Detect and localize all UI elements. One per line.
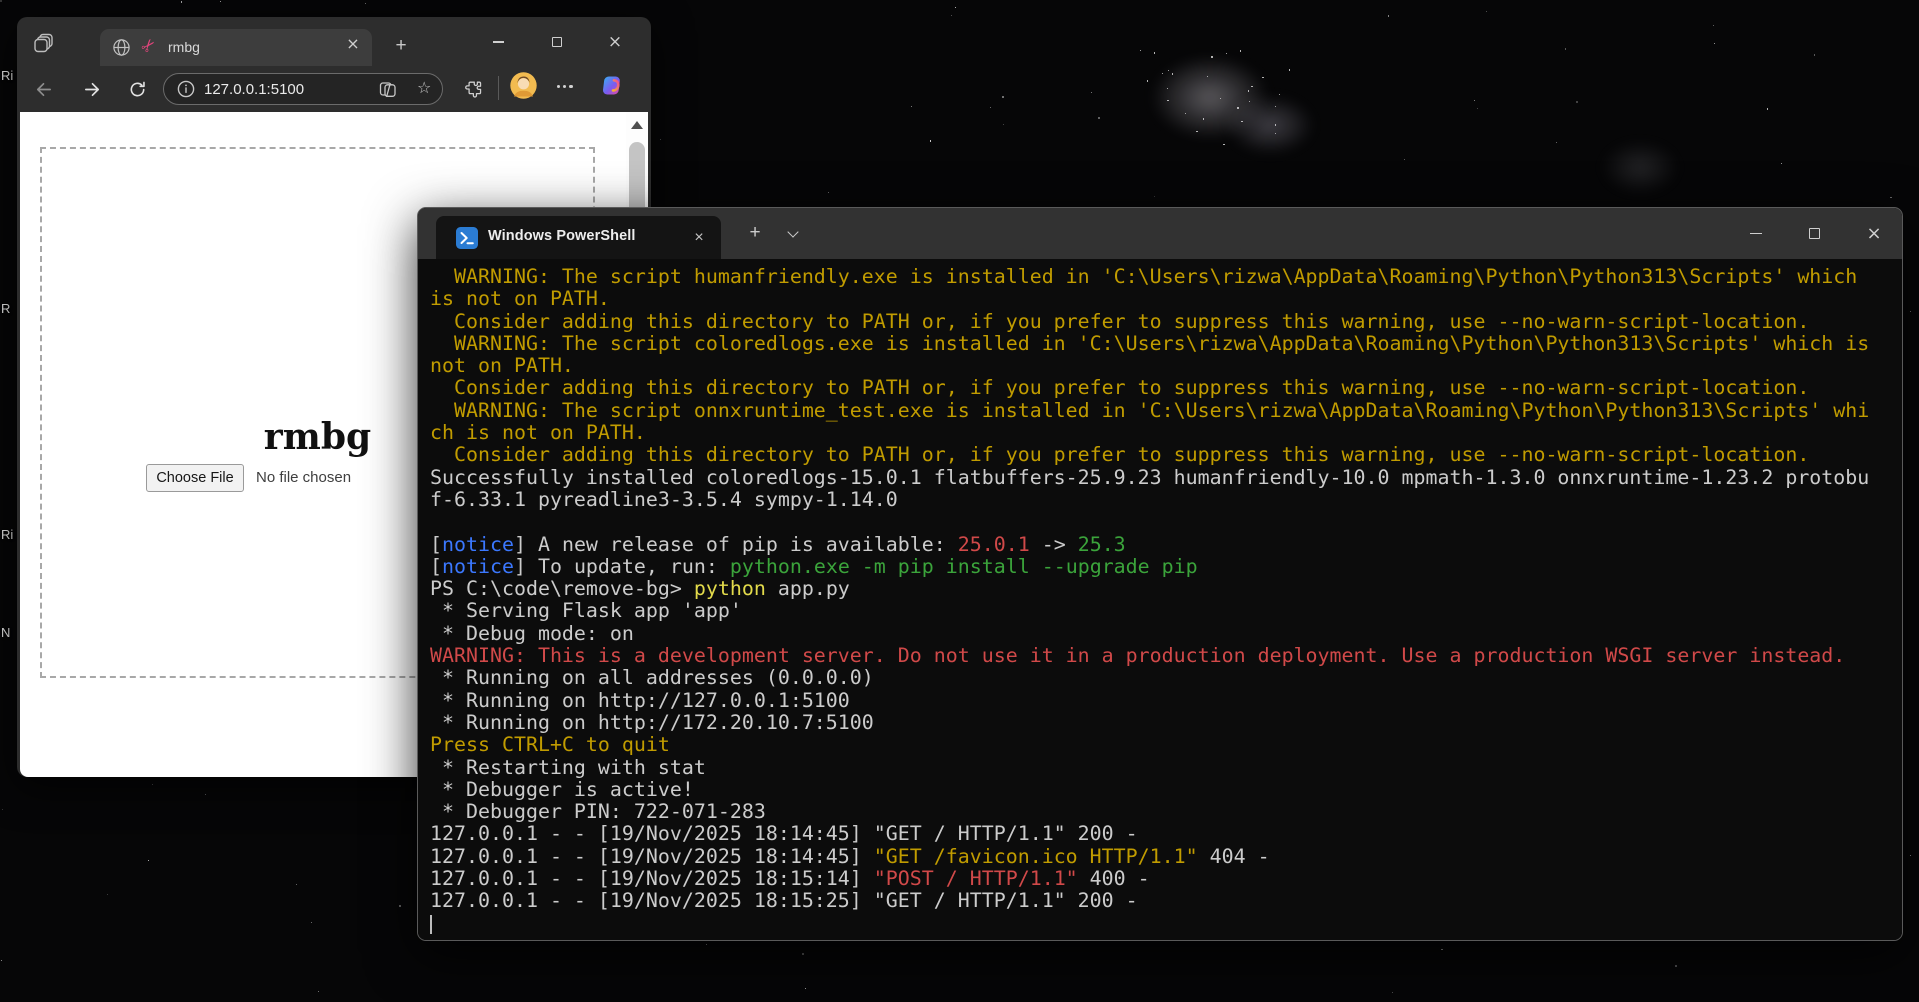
powershell-icon <box>456 227 478 249</box>
browser-tab-rmbg[interactable]: ✂ rmbg × <box>100 29 372 66</box>
terminal-line: 127.0.0.1 - - [19/Nov/2025 18:14:45] "GE… <box>430 823 1902 845</box>
terminal-line: Successfully installed coloredlogs-15.0.… <box>430 467 1902 489</box>
terminal-cursor <box>430 915 432 934</box>
terminal-line: WARNING: The script coloredlogs.exe is i… <box>430 333 1902 355</box>
terminal-tab[interactable]: Windows PowerShell × <box>436 216 721 259</box>
terminal-line: [notice] To update, run: python.exe -m p… <box>430 556 1902 578</box>
workspaces-icon[interactable] <box>33 32 55 54</box>
nebula-blob <box>1600 140 1680 195</box>
terminal-line: WARNING: The script humanfriendly.exe is… <box>430 266 1902 288</box>
terminal-line: * Debugger PIN: 722-071-283 <box>430 801 1902 823</box>
terminal-close-button[interactable]: × <box>1845 208 1903 259</box>
terminal-line: WARNING: This is a development server. D… <box>430 645 1902 667</box>
desktop-icon-label[interactable]: N <box>1 625 10 640</box>
terminal-tab-dropdown-icon[interactable] <box>778 220 808 248</box>
terminal-cursor-line <box>430 913 1902 935</box>
terminal-line: 127.0.0.1 - - [19/Nov/2025 18:15:14] "PO… <box>430 868 1902 890</box>
terminal-line: not on PATH. <box>430 355 1902 377</box>
terminal-line: * Running on all addresses (0.0.0.0) <box>430 667 1902 689</box>
terminal-output[interactable]: WARNING: The script humanfriendly.exe is… <box>418 259 1902 940</box>
browser-close-button[interactable]: × <box>598 29 632 55</box>
address-bar[interactable]: 127.0.0.1:5100 ☆ <box>163 73 443 105</box>
terminal-window: Windows PowerShell × + × WARNING: The sc… <box>417 207 1903 941</box>
split-screen-icon[interactable] <box>377 79 398 100</box>
terminal-line: is not on PATH. <box>430 288 1902 310</box>
copilot-icon[interactable] <box>601 74 624 97</box>
terminal-tab-title: Windows PowerShell <box>488 228 636 244</box>
site-info-icon[interactable] <box>176 79 196 99</box>
avatar[interactable] <box>510 72 537 99</box>
nebula-blob <box>1225 95 1315 155</box>
terminal-line <box>430 511 1902 533</box>
browser-tab-title: rmbg <box>168 39 200 55</box>
scissors-favicon: ✂ <box>137 34 161 58</box>
terminal-line: * Debugger is active! <box>430 779 1902 801</box>
terminal-line: 127.0.0.1 - - [19/Nov/2025 18:14:45] "GE… <box>430 846 1902 868</box>
terminal-line: ch is not on PATH. <box>430 422 1902 444</box>
tab-close-icon[interactable]: × <box>342 36 364 58</box>
favorites-star-icon[interactable]: ☆ <box>417 78 431 97</box>
desktop-icon-label[interactable]: Ri <box>1 527 13 542</box>
desktop-icon-label[interactable]: R <box>1 301 10 316</box>
scroll-up-icon[interactable] <box>631 121 643 129</box>
browser-maximize-button[interactable] <box>540 29 574 55</box>
terminal-line: * Serving Flask app 'app' <box>430 600 1902 622</box>
back-icon[interactable] <box>29 75 57 103</box>
terminal-line: * Running on http://172.20.10.7:5100 <box>430 712 1902 734</box>
browser-tab-bar: ✂ rmbg × + × <box>17 17 651 66</box>
browser-minimize-button[interactable] <box>481 29 515 55</box>
terminal-line: Consider adding this directory to PATH o… <box>430 444 1902 466</box>
terminal-line: [notice] A new release of pip is availab… <box>430 534 1902 556</box>
terminal-maximize-button[interactable] <box>1785 208 1843 259</box>
terminal-line: Press CTRL+C to quit <box>430 734 1902 756</box>
new-tab-button[interactable]: + <box>387 32 415 60</box>
url-text[interactable]: 127.0.0.1:5100 <box>204 81 304 98</box>
extensions-icon[interactable] <box>459 75 487 103</box>
terminal-line: * Running on http://127.0.0.1:5100 <box>430 690 1902 712</box>
more-menu-icon[interactable] <box>557 85 573 88</box>
terminal-line: 127.0.0.1 - - [19/Nov/2025 18:15:25] "GE… <box>430 890 1902 912</box>
globe-icon <box>112 38 131 57</box>
terminal-line: * Debug mode: on <box>430 623 1902 645</box>
toolbar-divider <box>498 76 499 100</box>
file-status-text: No file chosen <box>256 469 351 486</box>
terminal-minimize-button[interactable] <box>1727 208 1785 259</box>
terminal-line: Consider adding this directory to PATH o… <box>430 311 1902 333</box>
refresh-icon[interactable] <box>123 75 151 103</box>
terminal-line: * Restarting with stat <box>430 757 1902 779</box>
choose-file-button[interactable]: Choose File <box>146 464 244 492</box>
terminal-line: f-6.33.1 pyreadline3-3.5.4 sympy-1.14.0 <box>430 489 1902 511</box>
terminal-line: PS C:\code\remove-bg> python app.py <box>430 578 1902 600</box>
terminal-line: WARNING: The script onnxruntime_test.exe… <box>430 400 1902 422</box>
desktop: Ri R Ri N ✂ rmb <box>0 0 1919 1002</box>
terminal-line: Consider adding this directory to PATH o… <box>430 377 1902 399</box>
terminal-title-bar[interactable]: Windows PowerShell × + × <box>418 208 1902 259</box>
terminal-tab-close-icon[interactable]: × <box>687 226 711 250</box>
terminal-new-tab-button[interactable]: + <box>740 220 770 248</box>
forward-icon[interactable] <box>78 75 106 103</box>
browser-toolbar: 127.0.0.1:5100 ☆ <box>17 66 651 112</box>
desktop-icon-label[interactable]: Ri <box>1 68 13 83</box>
